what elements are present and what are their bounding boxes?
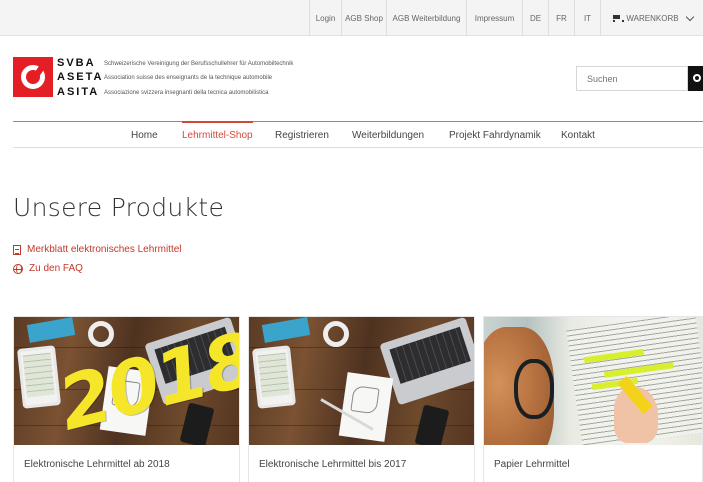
search-input[interactable] (576, 66, 688, 91)
brand-svba: SVBA (57, 57, 96, 69)
nav-home[interactable]: Home (131, 122, 158, 148)
merkblatt-link[interactable]: Merkblatt elektronisches Lehrmittel (13, 244, 182, 255)
topbar-agb-shop-link[interactable]: AGB Shop (341, 0, 386, 36)
faq-link-label: Zu den FAQ (29, 263, 83, 274)
lang-de-link[interactable]: DE (522, 0, 548, 36)
product-image (484, 317, 702, 445)
merkblatt-link-label: Merkblatt elektronisches Lehrmittel (27, 244, 182, 255)
top-utility-bar: Login AGB Shop AGB Weiterbildung Impress… (0, 0, 703, 36)
nav-registrieren[interactable]: Registrieren (275, 122, 329, 148)
tagline-it: Associazione svizzera insegnanti della t… (104, 90, 269, 96)
main-nav: Home Lehrmittel-Shop Registrieren Weiterbil… (13, 121, 703, 148)
lang-it-link[interactable]: IT (574, 0, 600, 36)
brand-aseta: ASETA (57, 71, 104, 83)
tagline-de: Schweizerische Vereinigung der Berufssch… (104, 61, 294, 67)
product-caption: Papier Lehrmittel (494, 459, 570, 470)
brand-asita: ASITA (57, 86, 100, 98)
tagline-fr: Association suisse des enseignants de la… (104, 75, 273, 81)
search-button[interactable] (688, 66, 703, 91)
product-card-papier[interactable]: Papier Lehrmittel (483, 316, 703, 482)
pdf-icon (13, 244, 21, 255)
topbar-impressum-link[interactable]: Impressum (466, 0, 522, 36)
nav-kontakt[interactable]: Kontakt (561, 122, 595, 148)
globe-icon (13, 263, 23, 274)
faq-link[interactable]: Zu den FAQ (13, 263, 83, 274)
cart-icon (611, 14, 625, 22)
product-image: 2018 (14, 317, 239, 445)
page-title: Unsere Produkte (13, 193, 225, 222)
product-caption: Elektronische Lehrmittel ab 2018 (24, 459, 170, 470)
nav-weiterbildungen[interactable]: Weiterbildungen (352, 122, 424, 148)
product-image (249, 317, 474, 445)
logo-icon (13, 57, 53, 97)
cart-button[interactable]: WARENKORB (600, 0, 703, 36)
nav-lehrmittel-shop[interactable]: Lehrmittel-Shop (182, 121, 253, 148)
search-icon (693, 74, 701, 82)
product-caption: Elektronische Lehrmittel bis 2017 (259, 459, 407, 470)
product-card-ab-2018[interactable]: 2018 Elektronische Lehrmittel ab 2018 (13, 316, 240, 482)
chevron-down-icon (685, 12, 694, 21)
lang-fr-link[interactable]: FR (548, 0, 574, 36)
topbar-agb-weiterbildung-link[interactable]: AGB Weiterbildung (386, 0, 466, 36)
nav-projekt-fahrdynamik[interactable]: Projekt Fahrdynamik (449, 122, 541, 148)
top-links: Login AGB Shop AGB Weiterbildung Impress… (309, 0, 703, 36)
topbar-login-link[interactable]: Login (309, 0, 341, 36)
product-card-bis-2017[interactable]: Elektronische Lehrmittel bis 2017 (248, 316, 475, 482)
cart-label: WARENKORB (626, 13, 679, 23)
